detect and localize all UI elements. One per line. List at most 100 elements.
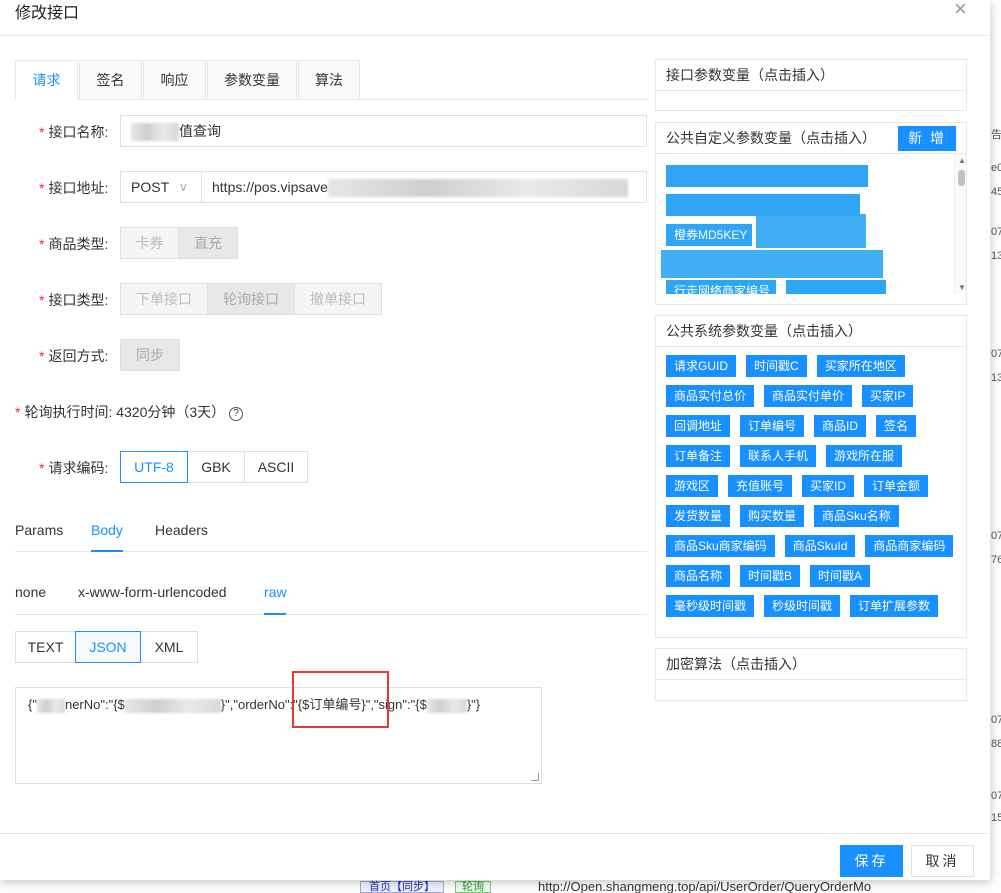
custom-params-title: 公共自定义参数变量（点击插入） [666, 130, 876, 146]
system-param-tag[interactable]: 商品SkuId [784, 535, 856, 557]
bg-fragment: 告回 [991, 129, 1001, 141]
system-param-tag[interactable]: 时间戳A [810, 565, 871, 587]
scrollbar[interactable]: ▲ ▼ [954, 154, 966, 294]
system-params-panel: 公共系统参数变量（点击插入） 请求GUID 时间戳C 买家所在地区 商品实付总价 商品实… [655, 315, 967, 638]
system-param-tag[interactable]: 充值账号 [728, 475, 793, 497]
system-param-tag[interactable]: 时间戳B [740, 565, 801, 587]
edit-api-modal: 修改接口 × 请求 签名 响应 参数变量 算法 * 接口名称: 值查询 * 接口地址… [0, 0, 990, 880]
system-param-tag[interactable]: 订单编号 [740, 415, 805, 437]
api-name-value: 值查询 [179, 123, 221, 139]
system-param-tag[interactable]: 游戏所在服 [826, 445, 903, 467]
body-text: {" [28, 697, 37, 712]
help-icon[interactable]: ? [229, 407, 244, 421]
system-param-tag[interactable]: 商品实付总价 [666, 385, 755, 407]
body-type-none[interactable]: none [15, 584, 46, 600]
system-param-tag[interactable]: 买家IP [862, 385, 914, 407]
custom-param-tag[interactable] [666, 165, 868, 187]
tag-row: 商品名称 时间戳B 时间戳A [656, 565, 966, 595]
system-param-tag[interactable]: 签名 [876, 415, 917, 437]
system-param-tag[interactable]: 买家所在地区 [816, 355, 905, 377]
api-url-label: * 接口地址: [39, 180, 109, 196]
add-param-button[interactable]: 新 增 [898, 126, 956, 151]
bg-fragment: 07 [991, 530, 1001, 542]
system-param-tag[interactable]: 购买数量 [740, 505, 805, 527]
system-param-tag[interactable]: 买家ID [802, 475, 855, 497]
body-type-row: none x-www-form-urlencoded raw [15, 576, 647, 615]
format-json[interactable]: JSON [75, 631, 141, 663]
body-type-urlencoded[interactable]: x-www-form-urlencoded [78, 584, 227, 600]
system-param-tag[interactable]: 商品ID [814, 415, 867, 437]
system-param-tag[interactable]: 回调地址 [666, 415, 731, 437]
save-button[interactable]: 保存 [840, 845, 903, 877]
close-icon[interactable]: × [954, 0, 967, 20]
custom-param-tag[interactable] [666, 194, 860, 216]
system-param-tag[interactable]: 商品实付单价 [764, 385, 853, 407]
system-param-tag[interactable]: 商品商家编码 [865, 535, 954, 557]
redacted-text [327, 179, 628, 198]
api-type-poll[interactable]: 轮询接口 [207, 283, 295, 315]
system-param-tag[interactable]: 商品名称 [666, 565, 731, 587]
system-param-tag[interactable]: 游戏区 [666, 475, 719, 497]
modal-title: 修改接口 [15, 5, 80, 22]
custom-param-tag[interactable]: 橙券MD5KEY [666, 224, 752, 246]
tag-row: 回调地址 订单编号 商品ID 签名 [656, 415, 966, 445]
tag-row: 商品Sku商家编码 商品SkuId 商品商家编码 [656, 535, 966, 565]
scrollbar-thumb[interactable] [958, 170, 965, 186]
api-type-cancel[interactable]: 撤单接口 [294, 283, 382, 315]
api-name-input[interactable]: 值查询 [120, 115, 647, 147]
system-param-tag[interactable]: 毫秒级时间戳 [666, 595, 755, 617]
tab-response[interactable]: 响应 [143, 60, 206, 100]
body-text: nerNo":"{$ [64, 697, 125, 712]
method-select[interactable]: POST ∨ [120, 171, 202, 203]
api-url-input[interactable]: https://pos.vipsave [201, 171, 647, 203]
tab-signature[interactable]: 签名 [79, 60, 142, 100]
system-param-tag[interactable]: 联系人手机 [740, 445, 817, 467]
tab-param-variables[interactable]: 参数变量 [207, 60, 297, 100]
raw-format-group: TEXT JSON XML [15, 631, 198, 663]
scroll-down-icon[interactable]: ▼ [958, 283, 966, 292]
request-subtabs: Params Body Headers [15, 514, 647, 552]
tab-algorithm[interactable]: 算法 [298, 60, 360, 100]
encoding-label: * 请求编码: [39, 460, 109, 476]
tag-row: 商品实付总价 商品实付单价 买家IP [656, 385, 966, 415]
chevron-down-icon: ∨ [179, 180, 188, 194]
system-param-tag[interactable]: 订单扩展参数 [850, 595, 939, 617]
format-xml[interactable]: XML [140, 631, 198, 663]
system-param-tag[interactable]: 时间戳C [746, 355, 807, 377]
return-mode-sync[interactable]: 同步 [120, 339, 180, 371]
tag-row: 请求GUID 时间戳C 买家所在地区 [656, 355, 966, 385]
scroll-up-icon[interactable]: ▲ [958, 156, 966, 165]
system-params-tags: 请求GUID 时间戳C 买家所在地区 商品实付总价 商品实付单价 买家IP 回调地址 订单编号… [656, 347, 966, 625]
system-param-tag[interactable]: 请求GUID [666, 355, 737, 377]
tab-request[interactable]: 请求 [15, 60, 78, 101]
tab-body[interactable]: Body [91, 522, 123, 538]
custom-param-tag[interactable] [786, 280, 886, 294]
body-textarea[interactable]: {" nerNo":"{$}","orderNo":"{$订单编号}","sign… [15, 687, 542, 784]
redacted-block [661, 250, 883, 278]
system-param-tag[interactable]: 发货数量 [666, 505, 731, 527]
encoding-gbk[interactable]: GBK [187, 451, 245, 483]
system-param-tag[interactable]: 订单备注 [666, 445, 731, 467]
system-param-tag[interactable]: 订单金额 [864, 475, 929, 497]
custom-param-tag[interactable]: 行走网络商家编号 [666, 280, 776, 294]
system-param-tag[interactable]: 商品Sku商家编码 [666, 535, 775, 557]
system-param-tag[interactable]: 商品Sku名称 [814, 505, 899, 527]
product-type-card[interactable]: 卡券 [120, 227, 179, 259]
api-name-label: * 接口名称: [39, 124, 109, 140]
tab-params[interactable]: Params [15, 522, 63, 538]
tag-row: 发货数量 购买数量 商品Sku名称 [656, 505, 966, 535]
api-params-title: 接口参数变量（点击插入） [656, 60, 966, 91]
cancel-button[interactable]: 取消 [911, 845, 974, 877]
product-type-direct[interactable]: 直充 [178, 227, 238, 259]
body-type-raw[interactable]: raw [264, 584, 287, 600]
resize-handle[interactable] [531, 773, 539, 781]
redacted-text [124, 698, 221, 713]
system-param-tag[interactable]: 秒级时间戳 [764, 595, 841, 617]
encoding-utf8[interactable]: UTF-8 [120, 451, 188, 483]
tab-headers[interactable]: Headers [155, 522, 208, 538]
encoding-ascii[interactable]: ASCII [244, 451, 308, 483]
api-params-panel: 接口参数变量（点击插入） [655, 59, 967, 111]
format-text[interactable]: TEXT [15, 631, 76, 663]
api-type-order[interactable]: 下单接口 [120, 283, 208, 315]
bg-fragment: 07 [991, 348, 1001, 360]
